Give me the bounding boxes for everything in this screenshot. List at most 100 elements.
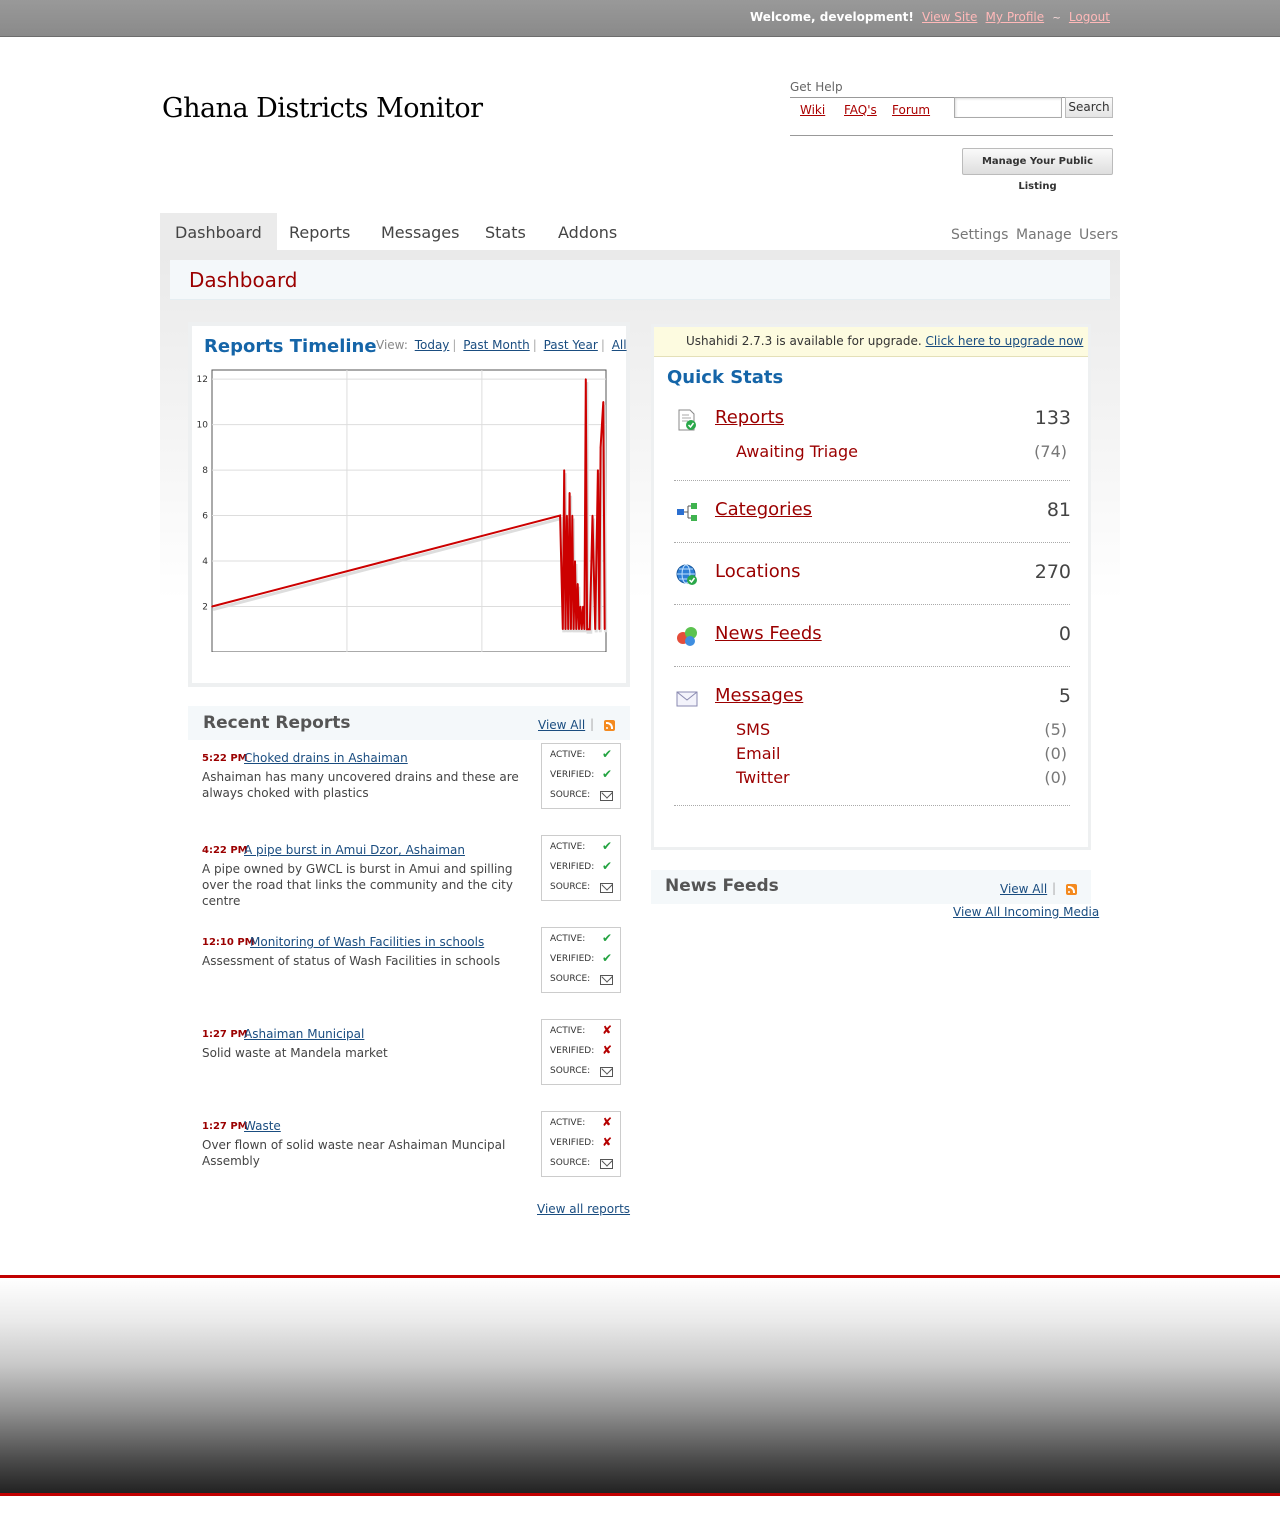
reports-timeline: Reports Timeline View: Today | Past Month… bbox=[188, 322, 630, 687]
stat-awaiting-triage-value: (74) bbox=[1034, 442, 1067, 461]
news-feeds-view-all-link[interactable]: View All bbox=[1000, 882, 1047, 896]
manage-public-listing-button[interactable]: Manage Your Public Listing bbox=[962, 148, 1113, 192]
globe-icon bbox=[676, 564, 697, 585]
cross-icon[interactable]: ✘ bbox=[602, 1023, 612, 1037]
tab-messages[interactable]: Messages bbox=[366, 213, 474, 251]
envelope-icon bbox=[600, 975, 613, 985]
recent-reports-title: Recent Reports bbox=[203, 713, 351, 733]
report-description: Over flown of solid waste near Ashaiman … bbox=[202, 1138, 506, 1168]
view-all-reports-link[interactable]: View all reports bbox=[537, 1202, 630, 1216]
tab-reports[interactable]: Reports bbox=[274, 213, 365, 251]
data-point bbox=[576, 582, 579, 585]
data-point bbox=[598, 628, 601, 631]
report-title-link[interactable]: Ashaiman Municipal bbox=[244, 1027, 364, 1041]
envelope-icon bbox=[600, 1067, 613, 1077]
check-icon[interactable]: ✔ bbox=[602, 839, 612, 853]
nav-users[interactable]: Users bbox=[1079, 227, 1118, 243]
stat-news-feeds-link[interactable]: News Feeds bbox=[715, 623, 822, 644]
data-point bbox=[599, 446, 602, 449]
report-document-icon bbox=[678, 409, 696, 431]
tab-dashboard[interactable]: Dashboard bbox=[160, 213, 277, 251]
divider bbox=[674, 604, 1070, 605]
report-description: Solid waste at Mandela market bbox=[202, 1046, 388, 1060]
report-item: 1:27 PM Waste Over flown of solid waste ne… bbox=[202, 1111, 622, 1189]
rss-icon[interactable] bbox=[604, 720, 615, 731]
data-point bbox=[563, 469, 565, 471]
data-point bbox=[578, 628, 580, 631]
view-past-month-link[interactable]: Past Month bbox=[463, 338, 529, 352]
data-point bbox=[574, 560, 576, 562]
envelope-icon bbox=[600, 1159, 613, 1169]
verified-label: VERIFIED: bbox=[550, 954, 595, 964]
recent-reports-view-all-link[interactable]: View All bbox=[538, 718, 585, 732]
rss-icon[interactable] bbox=[1066, 884, 1077, 895]
data-point bbox=[591, 514, 594, 517]
tab-addons[interactable]: Addons bbox=[543, 213, 632, 251]
data-point bbox=[572, 628, 575, 631]
report-status-box: ACTIVE: ✔ VERIFIED: ✔ SOURCE: bbox=[541, 743, 621, 809]
report-item: 4:22 PM A pipe burst in Amui Dzor, Ashaim… bbox=[202, 835, 622, 913]
forum-link[interactable]: Forum bbox=[892, 103, 930, 117]
nav-settings[interactable]: Settings bbox=[951, 227, 1008, 243]
timeline-chart[interactable]: 20002005201024681012 bbox=[192, 362, 626, 652]
stat-locations-label[interactable]: Locations bbox=[715, 561, 801, 582]
report-title-link[interactable]: Waste bbox=[244, 1119, 281, 1133]
view-today-link[interactable]: Today bbox=[415, 338, 450, 352]
check-icon[interactable]: ✔ bbox=[602, 931, 612, 945]
stat-messages-link[interactable]: Messages bbox=[715, 685, 803, 706]
nav-manage[interactable]: Manage bbox=[1016, 227, 1072, 243]
help-box: Get Help Wiki FAQ's Forum Search bbox=[790, 80, 1113, 136]
check-icon[interactable]: ✔ bbox=[602, 767, 612, 781]
stat-email-value: (0) bbox=[1044, 744, 1067, 763]
search-button[interactable]: Search bbox=[1065, 97, 1113, 118]
cross-icon[interactable]: ✘ bbox=[602, 1043, 612, 1057]
stat-news-feeds-value: 0 bbox=[1058, 623, 1071, 645]
page-title-bar: Dashboard bbox=[170, 260, 1110, 300]
get-help-label: Get Help bbox=[790, 80, 1113, 98]
view-all-incoming-media-link[interactable]: View All Incoming Media bbox=[953, 905, 1099, 919]
report-title-link[interactable]: Monitoring of Wash Facilities in schools bbox=[250, 935, 484, 949]
view-all-link[interactable]: All bbox=[612, 338, 627, 352]
page-title: Dashboard bbox=[189, 268, 298, 292]
verified-label: VERIFIED: bbox=[550, 1046, 595, 1056]
check-icon[interactable]: ✔ bbox=[602, 747, 612, 761]
view-past-year-link[interactable]: Past Year bbox=[544, 338, 598, 352]
search-input[interactable] bbox=[954, 97, 1062, 118]
active-label: ACTIVE: bbox=[550, 750, 586, 760]
faq-link[interactable]: FAQ's bbox=[844, 103, 877, 117]
y-tick-label: 4 bbox=[202, 557, 208, 567]
tab-stats[interactable]: Stats bbox=[470, 213, 541, 251]
y-tick-label: 6 bbox=[202, 512, 208, 522]
report-status-box: ACTIVE: ✘ VERIFIED: ✘ SOURCE: bbox=[541, 1111, 621, 1177]
check-icon[interactable]: ✔ bbox=[602, 951, 612, 965]
active-label: ACTIVE: bbox=[550, 1026, 586, 1036]
stat-email-label[interactable]: Email bbox=[736, 744, 780, 763]
footer bbox=[0, 1275, 1280, 1496]
stat-sms-label[interactable]: SMS bbox=[736, 720, 770, 739]
y-tick-label: 8 bbox=[202, 466, 208, 476]
data-point bbox=[583, 628, 586, 631]
source-label: SOURCE: bbox=[550, 882, 591, 892]
view-site-link[interactable]: View Site bbox=[922, 10, 977, 24]
report-title-link[interactable]: Choked drains in Ashaiman bbox=[244, 751, 408, 765]
my-profile-link[interactable]: My Profile bbox=[986, 10, 1045, 24]
cross-icon[interactable]: ✘ bbox=[602, 1115, 612, 1129]
top-bar: Welcome, development! View Site My Profi… bbox=[0, 0, 1280, 37]
report-title-link[interactable]: A pipe burst in Amui Dzor, Ashaiman bbox=[244, 843, 465, 857]
cross-icon[interactable]: ✘ bbox=[602, 1135, 612, 1149]
wiki-link[interactable]: Wiki bbox=[800, 103, 825, 117]
data-point bbox=[575, 628, 578, 631]
view-label: View: bbox=[376, 338, 408, 352]
upgrade-link[interactable]: Click here to upgrade now bbox=[926, 334, 1084, 348]
stat-sms-value: (5) bbox=[1044, 720, 1067, 739]
logout-link[interactable]: Logout bbox=[1069, 10, 1110, 24]
verified-label: VERIFIED: bbox=[550, 862, 595, 872]
check-icon[interactable]: ✔ bbox=[602, 859, 612, 873]
stat-awaiting-triage-label[interactable]: Awaiting Triage bbox=[736, 442, 858, 461]
stat-twitter-label[interactable]: Twitter bbox=[736, 768, 790, 787]
source-label: SOURCE: bbox=[550, 974, 591, 984]
data-point bbox=[570, 628, 572, 631]
stat-categories-link[interactable]: Categories bbox=[715, 499, 812, 520]
stat-reports-link[interactable]: Reports bbox=[715, 407, 784, 428]
welcome-text: Welcome, development! bbox=[750, 10, 914, 24]
